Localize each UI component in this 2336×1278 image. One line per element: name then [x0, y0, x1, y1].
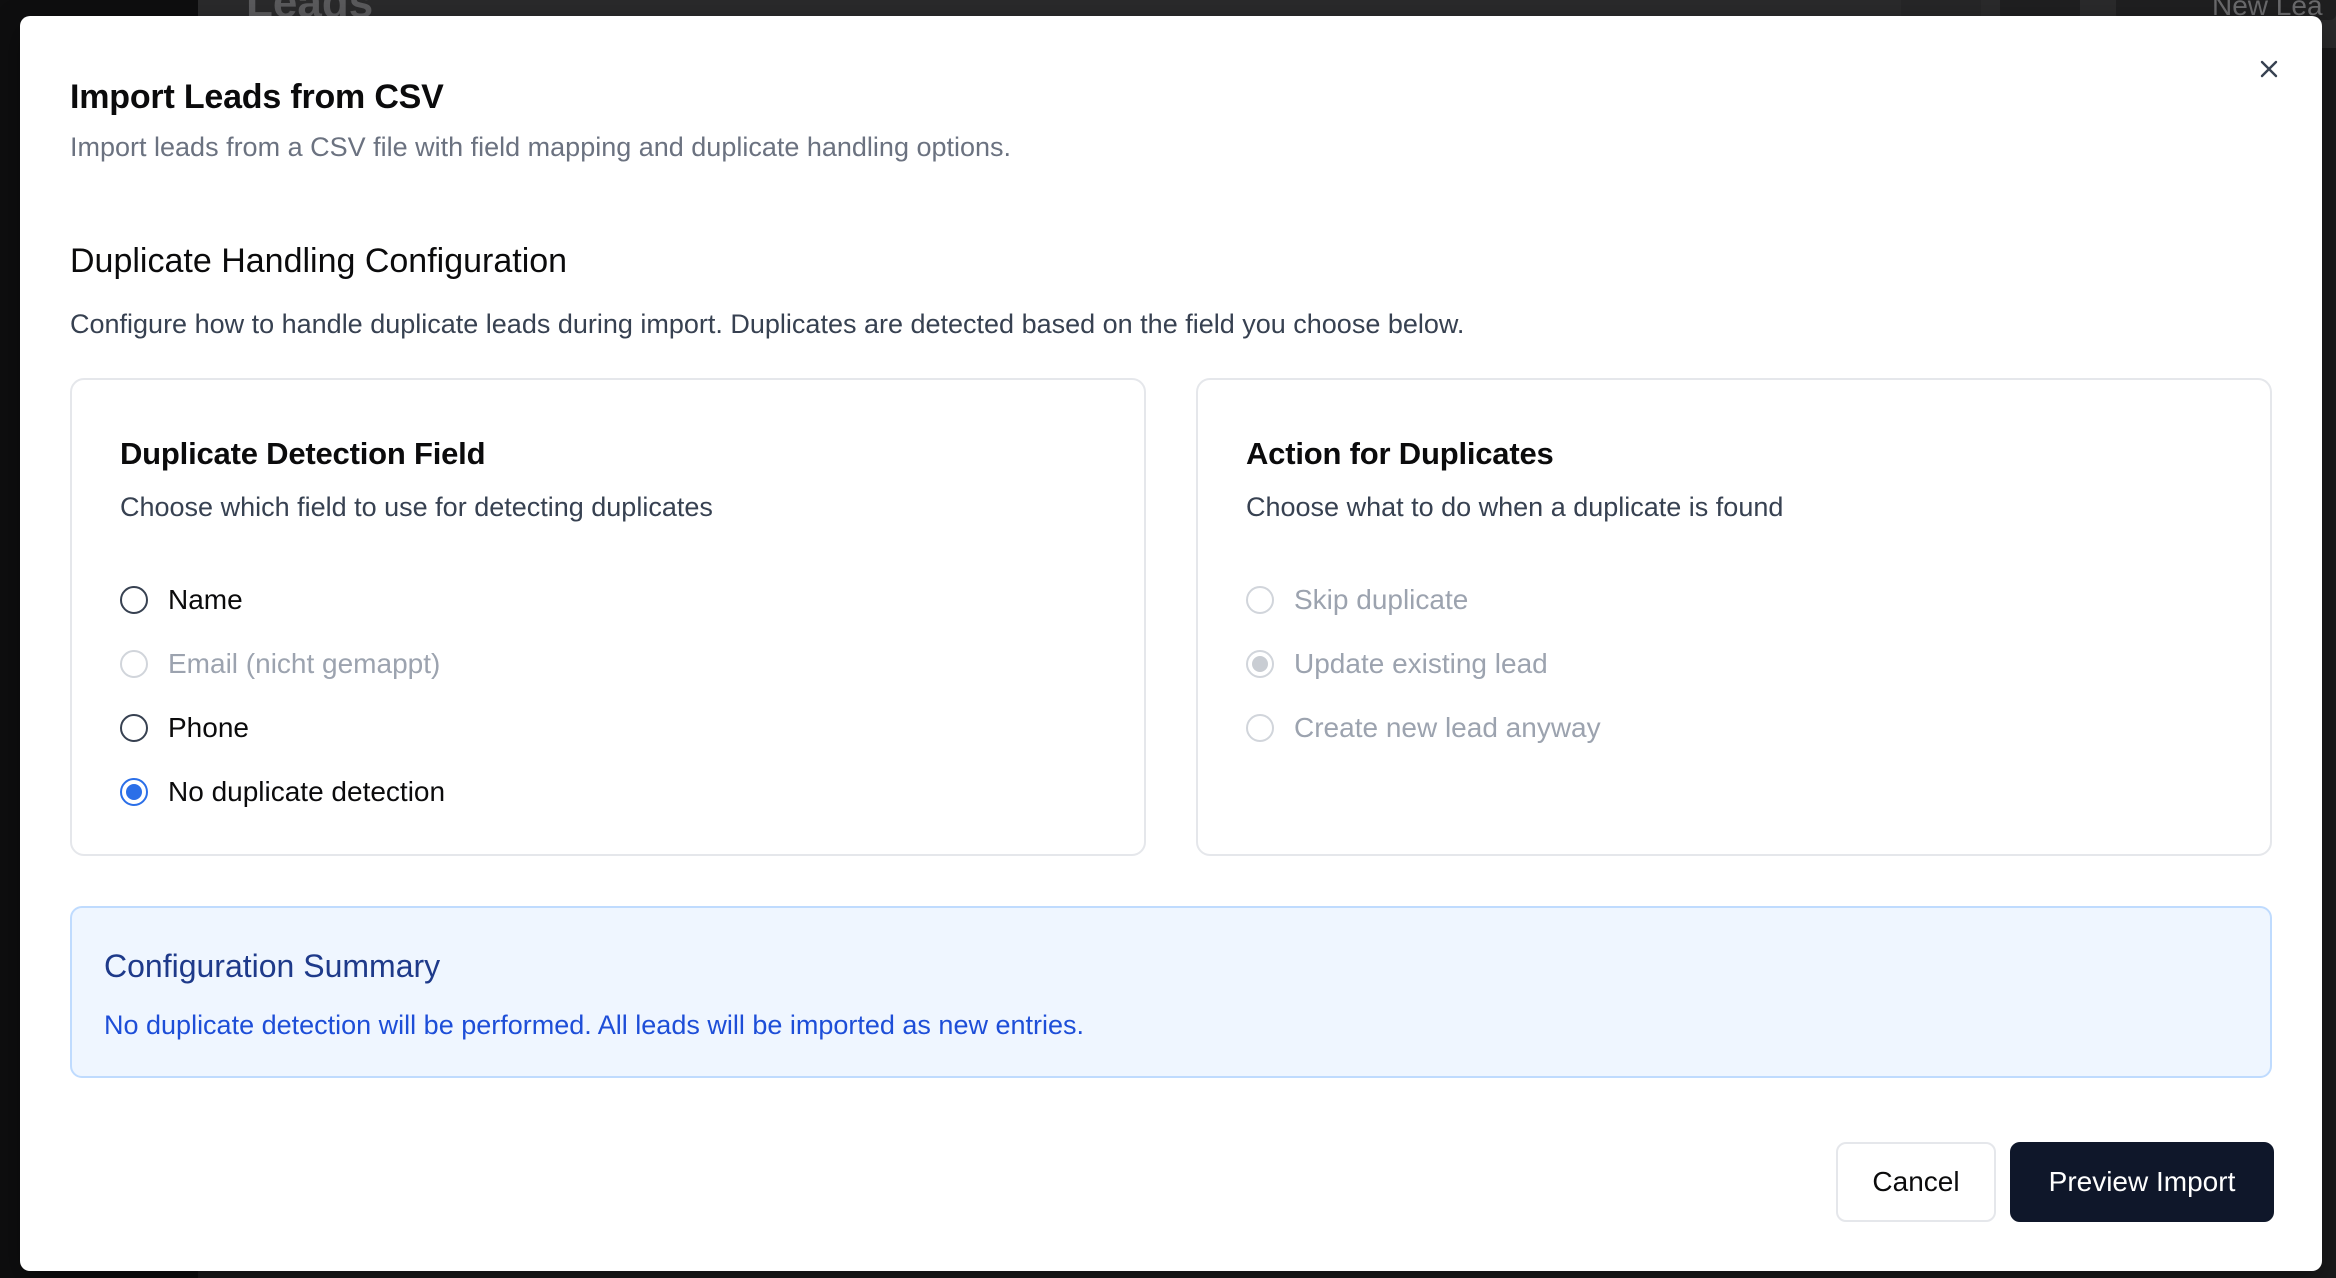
summary-text: No duplicate detection will be performed… [104, 1010, 1085, 1040]
action-option-skip: Skip duplicate [1246, 580, 1468, 620]
action-option-update: Update existing lead [1246, 644, 1548, 684]
action-card-title: Action for Duplicates [1246, 436, 1554, 471]
action-option-label: Update existing lead [1294, 648, 1548, 679]
radio-phone[interactable] [120, 714, 148, 742]
close-button[interactable] [2250, 50, 2288, 88]
configuration-summary: Configuration Summary No duplicate detec… [70, 906, 2272, 1078]
radio-skip [1246, 586, 1274, 614]
action-option-label: Skip duplicate [1294, 584, 1469, 615]
dialog-subtitle: Import leads from a CSV file with field … [70, 132, 1012, 162]
section-description: Configure how to handle duplicate leads … [70, 309, 1465, 339]
dialog-title: Import Leads from CSV [70, 78, 444, 116]
duplicate-action-card: Action for Duplicates Choose what to do … [1196, 378, 2272, 856]
radio-name[interactable] [120, 586, 148, 614]
duplicate-detection-card: Duplicate Detection Field Choose which f… [70, 378, 1146, 856]
detection-option-label: No duplicate detection [168, 776, 446, 807]
detection-option-label: Phone [168, 712, 249, 743]
radio-selected-dot [1252, 656, 1268, 672]
close-icon [2260, 60, 2278, 78]
action-card-description: Choose what to do when a duplicate is fo… [1246, 492, 1784, 522]
detection-card-description: Choose which field to use for detecting … [120, 492, 713, 522]
preview-import-button[interactable]: Preview Import [2010, 1142, 2274, 1222]
detection-option-email: Email (nicht gemappt) [120, 644, 440, 684]
cancel-button[interactable]: Cancel [1836, 1142, 1996, 1222]
radio-email [120, 650, 148, 678]
action-option-label: Create new lead anyway [1294, 712, 1601, 743]
section-title: Duplicate Handling Configuration [70, 242, 568, 280]
detection-option-phone[interactable]: Phone [120, 708, 249, 748]
detection-option-label: Email (nicht gemappt) [168, 648, 441, 679]
import-leads-dialog: Import Leads from CSV Import leads from … [20, 16, 2322, 1271]
detection-option-label: Name [168, 584, 243, 615]
detection-option-name[interactable]: Name [120, 580, 243, 620]
radio-no-detection[interactable] [120, 778, 148, 806]
summary-title: Configuration Summary [104, 948, 441, 984]
action-option-create: Create new lead anyway [1246, 708, 1601, 748]
detection-option-none[interactable]: No duplicate detection [120, 772, 445, 812]
detection-card-title: Duplicate Detection Field [120, 436, 486, 471]
radio-create [1246, 714, 1274, 742]
radio-selected-dot [126, 784, 142, 800]
radio-update [1246, 650, 1274, 678]
